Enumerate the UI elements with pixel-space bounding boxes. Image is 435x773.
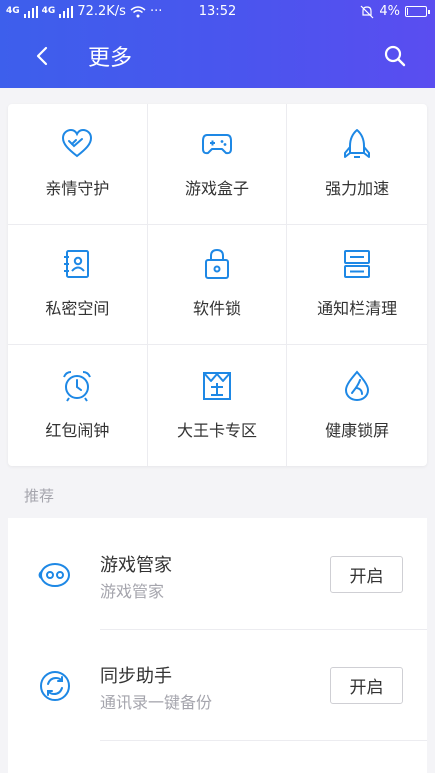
section-title-recommend: 推荐 [24,487,55,505]
grid-item-family-guard[interactable]: 亲情守护 [8,104,148,225]
lock-icon [204,249,229,280]
rocket-icon [344,128,371,158]
notification-clean-icon [344,250,371,279]
grid-item-label: 通知栏清理 [317,299,398,319]
grid-item-boost[interactable]: 强力加速 [287,104,427,225]
grid-item-label: 私密空间 [45,299,110,319]
status-bar: 4G 4G 72.2K/s ··· 13:52 4% [0,0,435,24]
grid-item-notification-clean[interactable]: 通知栏清理 [287,225,427,346]
heart-hand-icon [62,128,93,158]
recommend-item-subtitle: 游戏管家 [100,582,165,601]
recommend-item-title: 同步助手 [100,666,172,687]
chevron-left-icon [36,46,48,66]
grid-item-app-lock[interactable]: 软件锁 [147,224,288,346]
grid-item-label: 红包闹钟 [45,420,110,440]
contact-book-icon [64,250,90,279]
alarm-clock-icon [63,370,92,402]
grid-item-health-lock[interactable]: 健康锁屏 [287,345,427,466]
grid-item-label: 大王卡专区 [176,420,257,440]
search-button[interactable] [377,38,413,74]
recommend-item-game-butler[interactable]: 游戏管家 游戏管家 开启 [8,518,427,629]
enable-button[interactable]: 开启 [330,556,403,593]
grid-item-label: 亲情守护 [45,178,110,198]
tools-grid: 亲情守护 游戏盒子 强力加速 私密空间 软件锁 通知栏清理 红包闹钟 大王卡专区… [8,104,427,466]
leaf-drop-icon [345,370,370,401]
grid-item-label: 强力加速 [325,178,390,198]
battery-icon [405,6,430,17]
grid-item-private-space[interactable]: 私密空间 [8,224,148,346]
search-icon [384,45,406,67]
grid-item-game-box[interactable]: 游戏盒子 [147,104,288,225]
recommend-item-title: 游戏管家 [100,555,172,576]
grid-item-label: 软件锁 [192,299,241,319]
enable-button[interactable]: 开启 [330,667,403,704]
divider [100,740,427,741]
grid-item-label: 游戏盒子 [184,178,249,198]
grid-item-king-card[interactable]: 大王卡专区 [148,345,288,466]
recommend-item-sync-assistant[interactable]: 同步助手 通讯录一键备份 开启 [8,629,427,740]
back-button[interactable] [24,38,60,74]
king-card-icon [202,371,231,400]
battery-percent: 4% [379,4,400,19]
game-butler-icon [38,563,70,587]
mute-bell-icon [360,5,374,18]
gamepad-icon [201,133,232,154]
nav-bar: 更多 [0,24,435,88]
recommend-list: 游戏管家 游戏管家 开启 同步助手 通讯录一键备份 开启 [8,518,427,773]
battery-level [407,8,408,15]
grid-item-red-packet-alarm[interactable]: 红包闹钟 [8,345,148,466]
page-title: 更多 [88,46,133,71]
recommend-item-subtitle: 通讯录一键备份 [100,693,213,712]
app-header: 4G 4G 72.2K/s ··· 13:52 4% 更多 [0,0,435,88]
grid-item-label: 健康锁屏 [325,420,390,440]
sync-icon [40,671,70,701]
